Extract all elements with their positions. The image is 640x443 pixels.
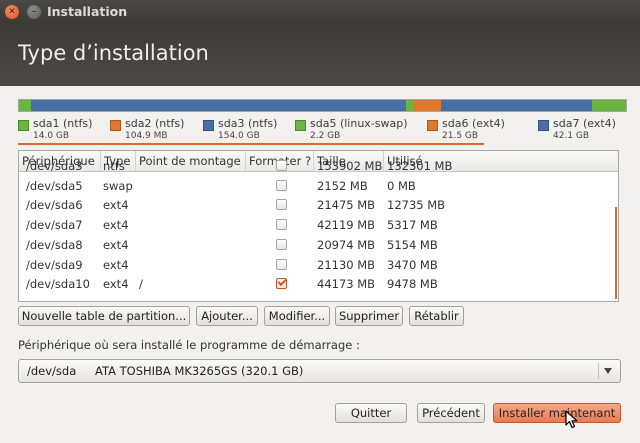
close-icon[interactable]: ✕ <box>5 5 19 19</box>
revert-button[interactable]: Rétablir <box>409 306 464 326</box>
bootloader-device-model: ATA TOSHIBA MK3265GS (320.1 GB) <box>95 364 304 378</box>
partition-bar-segment <box>406 100 414 111</box>
bootloader-device-select[interactable]: /dev/sda ATA TOSHIBA MK3265GS (320.1 GB) <box>18 359 621 383</box>
cell-device: /dev/sda10 <box>26 277 90 292</box>
cell-type: ext4 <box>103 257 129 272</box>
mouse-cursor-icon <box>565 410 578 429</box>
cell-size: 20974 MB <box>317 237 376 252</box>
legend-swatch <box>18 120 29 131</box>
partition-bar-segment <box>441 100 592 111</box>
cell-type: ntfs <box>103 159 125 173</box>
quit-button[interactable]: Quitter <box>335 403 407 423</box>
legend-swatch <box>295 120 306 131</box>
delete-partition-button[interactable]: Supprimer <box>335 306 403 326</box>
modify-partition-button[interactable]: Modifier... <box>264 306 330 326</box>
cell-size: 44173 MB <box>317 277 376 292</box>
legend-swatch <box>538 120 549 131</box>
chevron-down-icon <box>604 368 612 374</box>
legend-size: 21.5 GB <box>442 131 479 141</box>
legend-size: 2.2 GB <box>310 131 341 141</box>
legend-name: sda1 (ntfs) <box>33 117 93 130</box>
page-title: Type d’installation <box>18 41 209 65</box>
add-partition-button[interactable]: Ajouter... <box>196 306 258 326</box>
cell-type: ext4 <box>103 218 129 233</box>
format-checkbox[interactable] <box>276 219 287 231</box>
table-row[interactable]: /dev/sda5 swap 2152 MB 0 MB <box>19 176 618 196</box>
partition-legend: sda1 (ntfs) 14.0 GB sda2 (ntfs) 104.9 MB sda… <box>18 117 625 145</box>
cell-used: 132301 MB <box>387 159 453 173</box>
cell-used: 12735 MB <box>387 198 446 213</box>
cell-type: swap <box>103 178 133 193</box>
legend-swatch <box>203 120 214 131</box>
partition-bar-segment <box>19 100 31 111</box>
window-titlebar: ✕ – Installation <box>0 0 640 24</box>
page-header: Type d’installation <box>0 24 640 86</box>
table-row[interactable]: /dev/sda9 ext4 21130 MB 3470 MB <box>19 255 618 275</box>
legend-size: 154.0 GB <box>218 131 260 141</box>
partition-bar-segment <box>413 100 442 111</box>
legend-name: sda7 (ext4) <box>553 117 616 130</box>
cell-device: /dev/sda9 <box>26 257 83 272</box>
legend-swatch <box>427 120 438 131</box>
select-separator <box>598 363 599 379</box>
format-checkbox[interactable] <box>276 258 287 270</box>
legend-size: 104.9 MB <box>125 131 168 141</box>
partition-bar-segment <box>30 100 407 111</box>
partition-table: Périphérique Type Point de montage Forma… <box>18 150 619 302</box>
cell-used: 0 MB <box>387 178 416 193</box>
cell-type: ext4 <box>103 198 129 213</box>
cell-device: /dev/sda7 <box>26 218 83 233</box>
format-checkbox[interactable] <box>276 160 287 171</box>
cell-mount: / <box>139 277 143 292</box>
back-button[interactable]: Précédent <box>417 403 485 423</box>
bootloader-label: Périphérique où sera installé le program… <box>18 338 360 352</box>
format-checkbox[interactable] <box>276 238 287 250</box>
table-row[interactable]: /dev/sda6 ext4 21475 MB 12735 MB <box>19 195 618 215</box>
format-checkbox[interactable] <box>276 199 287 211</box>
install-now-button[interactable]: Installer maintenant <box>493 403 621 423</box>
cell-device: /dev/sda5 <box>26 178 83 193</box>
cell-size: 2152 MB <box>317 178 368 193</box>
window-title: Installation <box>47 4 128 19</box>
table-row[interactable]: /dev/sda3 ntfs 153902 MB 132301 MB <box>19 156 618 176</box>
format-checkbox[interactable] <box>276 278 287 290</box>
new-partition-table-button[interactable]: Nouvelle table de partition... <box>18 306 190 326</box>
bootloader-device: /dev/sda <box>27 364 77 378</box>
table-row[interactable]: /dev/sda7 ext4 42119 MB 5317 MB <box>19 215 618 235</box>
partition-bar-segment <box>592 100 626 111</box>
cell-device: /dev/sda6 <box>26 198 83 213</box>
table-row[interactable]: /dev/sda8 ext4 20974 MB 5154 MB <box>19 235 618 255</box>
cell-used: 5317 MB <box>387 218 438 233</box>
legend-swatch <box>110 120 121 131</box>
cell-device: /dev/sda3 <box>26 159 83 173</box>
legend-scroll-indicator <box>18 143 484 145</box>
cell-type: ext4 <box>103 237 129 252</box>
table-scroll-indicator[interactable] <box>615 207 617 299</box>
cell-used: 5154 MB <box>387 237 438 252</box>
legend-size: 42.1 GB <box>553 131 590 141</box>
legend-name: sda6 (ext4) <box>442 117 505 130</box>
legend-name: sda3 (ntfs) <box>218 117 278 130</box>
legend-name: sda2 (ntfs) <box>125 117 185 130</box>
cell-size: 21130 MB <box>317 257 376 272</box>
cell-used: 3470 MB <box>387 257 438 272</box>
legend-size: 14.0 GB <box>33 131 70 141</box>
cell-type: ext4 <box>103 277 129 292</box>
cell-size: 42119 MB <box>317 218 376 233</box>
cell-size: 21475 MB <box>317 198 376 213</box>
minimize-icon[interactable]: – <box>27 5 41 19</box>
format-checkbox[interactable] <box>276 179 287 191</box>
cell-size: 153902 MB <box>317 159 383 173</box>
legend-name: sda5 (linux-swap) <box>310 117 408 130</box>
partition-bar <box>18 99 627 112</box>
table-row[interactable]: /dev/sda10 ext4 / 44173 MB 9478 MB <box>19 274 618 294</box>
cell-device: /dev/sda8 <box>26 237 83 252</box>
cell-used: 9478 MB <box>387 277 438 292</box>
